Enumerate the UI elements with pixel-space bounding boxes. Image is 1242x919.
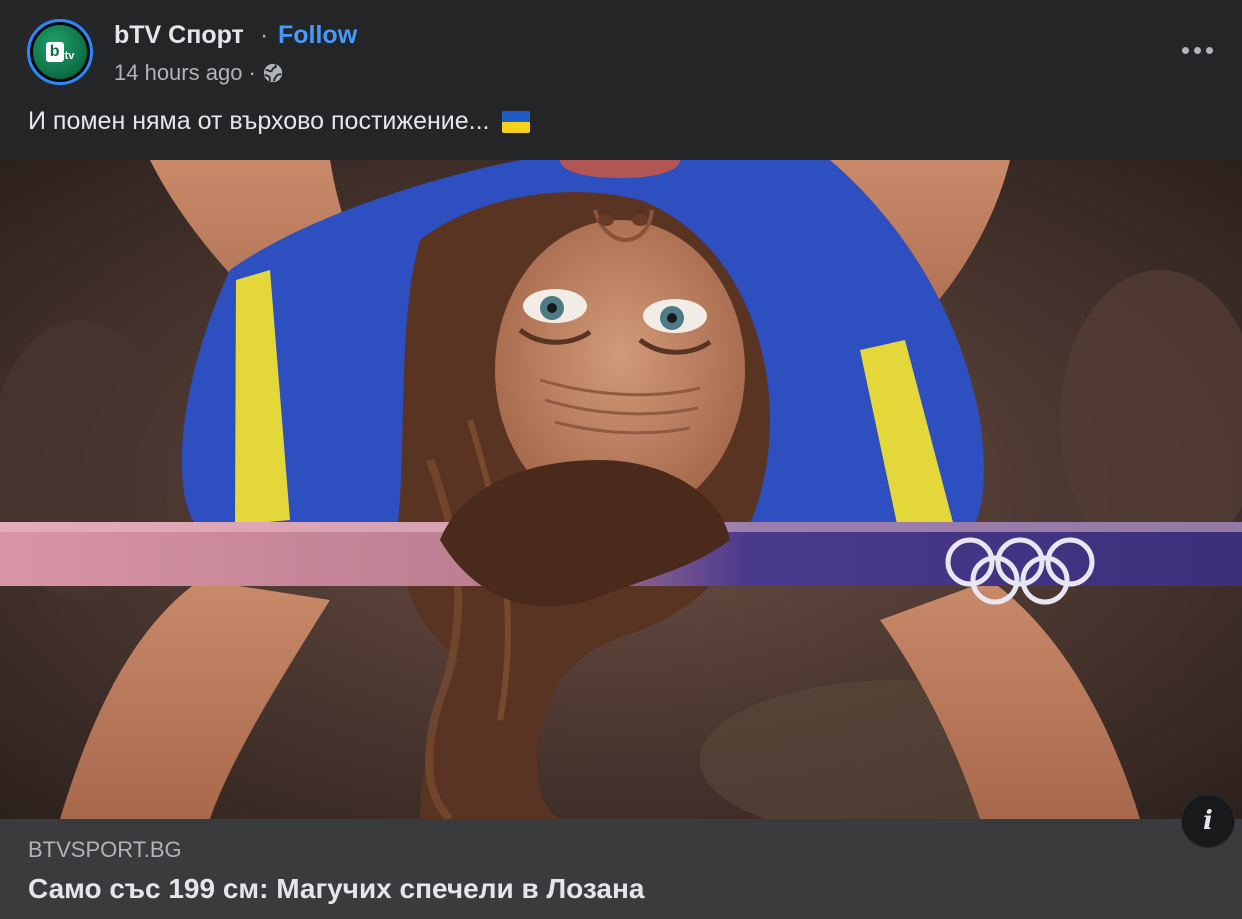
more-options-icon (1181, 46, 1189, 54)
high-jumper-photo (0, 160, 1242, 819)
page-name-link[interactable]: bTV Спорт (114, 21, 244, 50)
follow-button[interactable]: Follow (278, 21, 357, 50)
btv-logo: b tv (33, 25, 87, 79)
logo-letter-b: b (45, 42, 64, 62)
meta-separator: · (248, 60, 256, 85)
link-domain: BTVSPORT.BG (28, 837, 182, 862)
name-separator: · (260, 21, 269, 49)
post-caption: И помен няма от върхово постижение... (28, 107, 490, 135)
page-avatar[interactable]: b tv (27, 19, 93, 85)
link-headline[interactable]: Само със 199 см: Магучих спечели в Лозан… (28, 873, 644, 905)
globe-icon (263, 63, 282, 83)
more-options-button[interactable] (1172, 30, 1222, 70)
post-meta: 14 hours ago · (114, 60, 284, 86)
post-photo[interactable] (0, 160, 1242, 819)
post-timestamp[interactable]: 14 hours ago (114, 60, 242, 86)
info-icon: i (1203, 806, 1213, 836)
post-text: И помен няма от върхово постижение... (28, 107, 530, 136)
logo-letters-tv: tv (64, 50, 75, 62)
info-button[interactable]: i (1181, 794, 1235, 848)
flag-ukraine-emoji (501, 110, 530, 133)
post-header: b tv bTV Спорт · Follow 14 hours ago · И… (0, 0, 1242, 160)
